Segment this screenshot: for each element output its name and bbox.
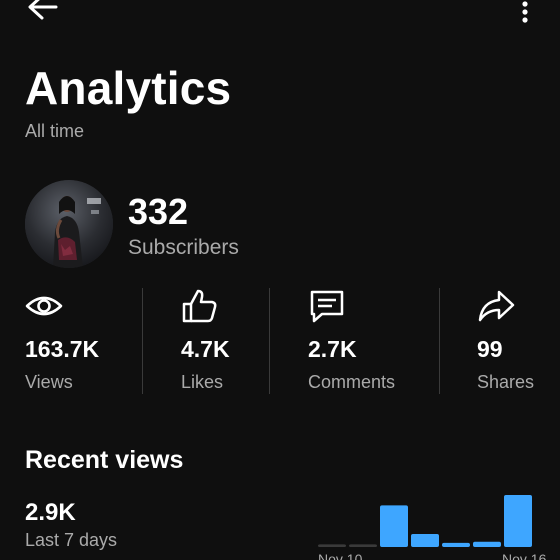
recent-views-value: 2.9K (25, 499, 76, 526)
more-vert-icon (522, 1, 528, 23)
chart-bar (442, 542, 470, 547)
comments-label: Comments (308, 372, 396, 392)
analytics-screen: Analytics All time 332 Subscribers 163.7… (0, 0, 560, 560)
channel-avatar (25, 180, 113, 268)
time-range-label: All time (25, 121, 85, 141)
eye-icon (25, 288, 63, 324)
views-value: 163.7K (25, 336, 100, 362)
thumbs-up-icon (181, 288, 219, 324)
stat-divider (269, 288, 270, 394)
recent-views-period: Last 7 days (25, 530, 118, 550)
chart-bar (504, 495, 532, 547)
views-label: Views (25, 372, 73, 392)
chart-x-tick-label: Nov 10 (318, 551, 363, 560)
back-arrow-icon (28, 0, 58, 20)
chart-x-tick-label: Nov 16 (502, 551, 547, 560)
subscriber-label: Subscribers (128, 236, 239, 259)
back-button[interactable] (26, 0, 60, 24)
stat-divider (439, 288, 440, 394)
chart-bar (473, 541, 501, 547)
chart-bar (411, 534, 439, 547)
page-title: Analytics (25, 62, 232, 114)
stats-row: 163.7K Views 4.7K Likes 2.7K Comments 99… (0, 286, 560, 396)
shares-value: 99 (477, 336, 503, 362)
comment-icon (308, 288, 346, 324)
likes-label: Likes (181, 372, 224, 392)
shares-label: Shares (477, 372, 535, 392)
subscriber-count: 332 (128, 191, 189, 232)
more-options-button[interactable] (514, 0, 536, 24)
chart-bar (349, 544, 377, 547)
top-app-bar (0, 0, 560, 30)
likes-value: 4.7K (181, 336, 230, 362)
share-icon (477, 288, 515, 324)
stat-divider (142, 288, 143, 394)
recent-views-title: Recent views (25, 446, 184, 474)
recent-views-chart[interactable]: Nov 10 Nov 16 (310, 480, 560, 560)
chart-bar (380, 505, 408, 547)
comments-value: 2.7K (308, 336, 357, 362)
chart-bar (318, 544, 346, 547)
